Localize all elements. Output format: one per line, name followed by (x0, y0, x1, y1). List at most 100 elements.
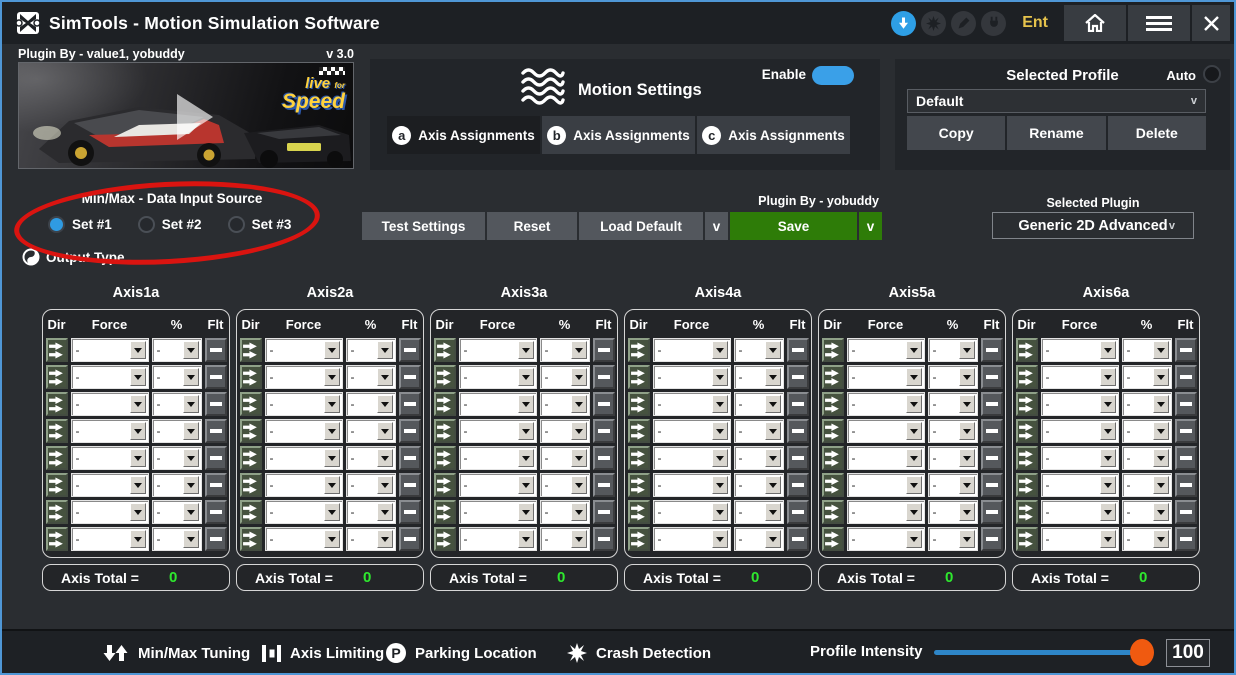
dir-arrows-button[interactable] (627, 446, 650, 470)
percent-dropdown[interactable]: - (1121, 419, 1172, 443)
percent-dropdown[interactable]: - (345, 473, 396, 497)
force-dropdown[interactable]: - (1040, 500, 1119, 524)
dropdown-arrow-icon[interactable] (711, 395, 728, 413)
dir-arrows-button[interactable] (239, 419, 262, 443)
force-dropdown[interactable]: - (1040, 473, 1119, 497)
dir-arrows-button[interactable] (239, 392, 262, 416)
force-dropdown[interactable]: - (70, 527, 149, 551)
dir-arrows-button[interactable] (433, 446, 456, 470)
enable-toggle[interactable] (812, 66, 854, 85)
dropdown-arrow-icon[interactable] (905, 341, 922, 359)
percent-dropdown[interactable]: - (151, 338, 202, 362)
force-dropdown[interactable]: - (458, 392, 537, 416)
copy-profile-button[interactable]: Copy (907, 116, 1006, 150)
force-dropdown[interactable]: - (264, 527, 343, 551)
percent-dropdown[interactable]: - (927, 446, 978, 470)
filter-minus-button[interactable] (592, 365, 615, 389)
percent-dropdown[interactable]: - (539, 392, 590, 416)
percent-dropdown[interactable]: - (1121, 500, 1172, 524)
dropdown-arrow-icon[interactable] (1099, 503, 1116, 521)
dropdown-arrow-icon[interactable] (570, 422, 587, 440)
filter-minus-button[interactable] (204, 365, 227, 389)
dropdown-arrow-icon[interactable] (958, 395, 975, 413)
percent-dropdown[interactable]: - (539, 365, 590, 389)
dropdown-arrow-icon[interactable] (517, 422, 534, 440)
save-button[interactable]: Save (730, 212, 857, 240)
dir-arrows-button[interactable] (433, 419, 456, 443)
dir-arrows-button[interactable] (821, 338, 844, 362)
force-dropdown[interactable]: - (1040, 419, 1119, 443)
dropdown-arrow-icon[interactable] (129, 503, 146, 521)
dropdown-arrow-icon[interactable] (323, 395, 340, 413)
dropdown-arrow-icon[interactable] (1099, 341, 1116, 359)
percent-dropdown[interactable]: - (733, 365, 784, 389)
percent-dropdown[interactable]: - (733, 473, 784, 497)
dir-arrows-button[interactable] (433, 500, 456, 524)
dropdown-arrow-icon[interactable] (711, 530, 728, 548)
filter-minus-button[interactable] (1174, 500, 1197, 524)
dropdown-arrow-icon[interactable] (711, 422, 728, 440)
filter-minus-button[interactable] (980, 365, 1003, 389)
force-dropdown[interactable]: - (70, 473, 149, 497)
force-dropdown[interactable]: - (1040, 392, 1119, 416)
dir-arrows-button[interactable] (433, 527, 456, 551)
dropdown-arrow-icon[interactable] (323, 476, 340, 494)
radio-button[interactable] (137, 216, 155, 233)
dropdown-arrow-icon[interactable] (376, 476, 393, 494)
dir-arrows-button[interactable] (239, 500, 262, 524)
filter-minus-button[interactable] (204, 527, 227, 551)
dropdown-arrow-icon[interactable] (1152, 395, 1169, 413)
dir-arrows-button[interactable] (627, 338, 650, 362)
percent-dropdown[interactable]: - (345, 446, 396, 470)
force-dropdown[interactable]: - (652, 392, 731, 416)
filter-minus-button[interactable] (592, 446, 615, 470)
dir-arrows-button[interactable] (821, 392, 844, 416)
filter-minus-button[interactable] (980, 392, 1003, 416)
dropdown-arrow-icon[interactable] (1152, 422, 1169, 440)
delete-profile-button[interactable]: Delete (1107, 116, 1206, 150)
dropdown-arrow-icon[interactable] (182, 503, 199, 521)
close-button[interactable] (1192, 5, 1230, 41)
force-dropdown[interactable]: - (458, 365, 537, 389)
dir-arrows-button[interactable] (627, 500, 650, 524)
percent-dropdown[interactable]: - (927, 365, 978, 389)
dropdown-arrow-icon[interactable] (376, 422, 393, 440)
force-dropdown[interactable]: - (458, 527, 537, 551)
filter-minus-button[interactable] (786, 365, 809, 389)
dir-arrows-button[interactable] (1015, 446, 1038, 470)
force-dropdown[interactable]: - (846, 473, 925, 497)
percent-dropdown[interactable]: - (539, 446, 590, 470)
dropdown-arrow-icon[interactable] (1099, 368, 1116, 386)
filter-minus-button[interactable] (398, 500, 421, 524)
force-dropdown[interactable]: - (264, 338, 343, 362)
dropdown-arrow-icon[interactable] (517, 476, 534, 494)
percent-dropdown[interactable]: - (927, 500, 978, 524)
dropdown-arrow-icon[interactable] (764, 395, 781, 413)
percent-dropdown[interactable]: - (1121, 527, 1172, 551)
dropdown-arrow-icon[interactable] (323, 449, 340, 467)
dropdown-arrow-icon[interactable] (1099, 476, 1116, 494)
dropdown-arrow-icon[interactable] (905, 503, 922, 521)
dropdown-arrow-icon[interactable] (129, 341, 146, 359)
dropdown-arrow-icon[interactable] (323, 368, 340, 386)
dropdown-arrow-icon[interactable] (182, 422, 199, 440)
download-icon[interactable] (891, 10, 917, 36)
dropdown-arrow-icon[interactable] (764, 368, 781, 386)
radio-set-3[interactable]: Set #3 (227, 216, 291, 233)
dropdown-arrow-icon[interactable] (1152, 530, 1169, 548)
percent-dropdown[interactable]: - (733, 419, 784, 443)
dir-arrows-button[interactable] (627, 527, 650, 551)
percent-dropdown[interactable]: - (345, 500, 396, 524)
dropdown-arrow-icon[interactable] (958, 368, 975, 386)
dropdown-arrow-icon[interactable] (905, 476, 922, 494)
percent-dropdown[interactable]: - (345, 338, 396, 362)
filter-minus-button[interactable] (786, 527, 809, 551)
radio-button[interactable] (227, 216, 245, 233)
filter-minus-button[interactable] (398, 338, 421, 362)
dropdown-arrow-icon[interactable] (129, 395, 146, 413)
radio-set-1[interactable]: Set #1 (48, 216, 112, 233)
dir-arrows-button[interactable] (821, 419, 844, 443)
percent-dropdown[interactable]: - (345, 419, 396, 443)
rename-profile-button[interactable]: Rename (1007, 116, 1106, 150)
force-dropdown[interactable]: - (70, 365, 149, 389)
